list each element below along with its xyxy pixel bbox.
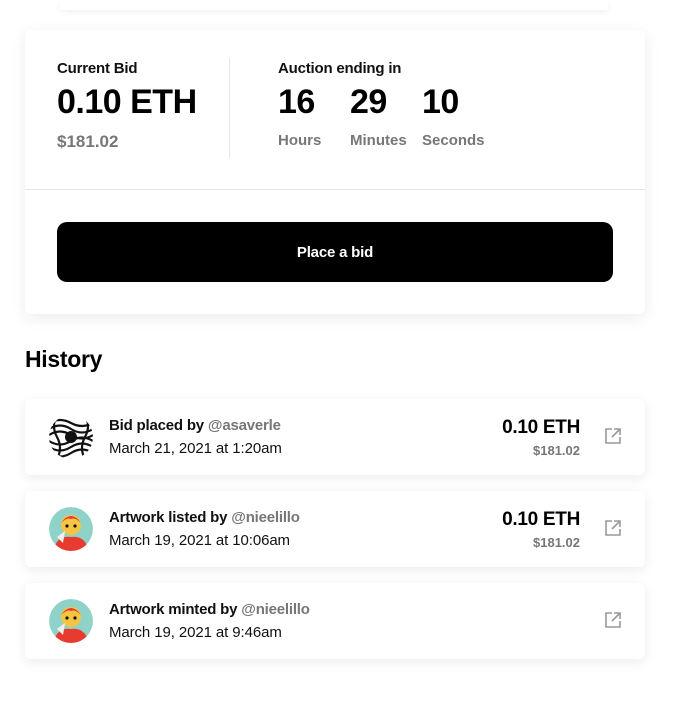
history-action: Bid placed by @asaverle [109,417,282,434]
seconds-label: Seconds [422,132,485,149]
illustrated-avatar[interactable] [49,507,93,551]
seconds-value: 10 [422,83,459,121]
history-item-text: Bid placed by @asaverle March 21, 2021 a… [109,417,282,457]
history-item: Artwork minted by @nieelillo March 19, 2… [25,583,645,659]
history-amount: 0.10 ETH $181.02 [502,509,580,550]
action-label: Bid placed by [109,417,204,434]
user-link[interactable]: @nieelillo [231,509,300,526]
minutes-label: Minutes [350,132,407,149]
current-bid-label: Current Bid [57,60,138,77]
history-item-text: Artwork minted by @nieelillo March 19, 2… [109,601,310,641]
history-date: March 19, 2021 at 9:46am [109,624,282,641]
amount-usd: $181.02 [533,535,580,550]
history-item: Bid placed by @asaverle March 21, 2021 a… [25,399,645,475]
auction-card: Current Bid 0.10 ETH $181.02 Auction end… [25,30,645,314]
current-bid-eth: 0.10 ETH [57,83,197,121]
history-action: Artwork listed by @nieelillo [109,509,300,526]
history-amount: 0.10 ETH $181.02 [502,417,580,458]
current-bid-section: Current Bid 0.10 ETH $181.02 [57,60,197,152]
history-title: History [25,346,103,372]
user-link[interactable]: @asaverle [208,417,281,434]
history-list: Bid placed by @asaverle March 21, 2021 a… [25,399,645,675]
place-bid-button[interactable]: Place a bid [57,222,613,282]
timer-hours: 16 Hours [278,83,336,149]
countdown-label: Auction ending in [278,60,402,77]
timer-minutes: 29 Minutes [350,83,408,149]
history-date: March 19, 2021 at 10:06am [109,532,290,549]
timer-row: 16 Hours 29 Minutes 10 Seconds [278,83,516,149]
previous-card-edge [60,0,608,10]
external-link-icon[interactable] [604,519,622,537]
op-art-avatar[interactable] [49,415,93,459]
amount-eth: 0.10 ETH [502,417,580,438]
timer-seconds: 10 Seconds [422,83,502,149]
user-link[interactable]: @nieelillo [241,601,310,618]
auction-info: Current Bid 0.10 ETH $181.02 Auction end… [25,30,645,190]
section-divider [229,58,230,158]
history-item-text: Artwork listed by @nieelillo March 19, 2… [109,509,300,549]
hours-label: Hours [278,132,322,149]
action-label: Artwork minted by [109,601,238,618]
external-link-icon[interactable] [604,427,622,445]
history-date: March 21, 2021 at 1:20am [109,440,282,457]
amount-eth: 0.10 ETH [502,509,580,530]
minutes-value: 29 [350,83,387,121]
current-bid-usd: $181.02 [57,132,119,151]
illustrated-avatar[interactable] [49,599,93,643]
history-item: Artwork listed by @nieelillo March 19, 2… [25,491,645,567]
external-link-icon[interactable] [604,611,622,629]
auction-countdown: Auction ending in 16 Hours 29 Minutes 10… [278,60,516,149]
history-action: Artwork minted by @nieelillo [109,601,310,618]
hours-value: 16 [278,83,315,121]
action-label: Artwork listed by [109,509,228,526]
amount-usd: $181.02 [533,443,580,458]
